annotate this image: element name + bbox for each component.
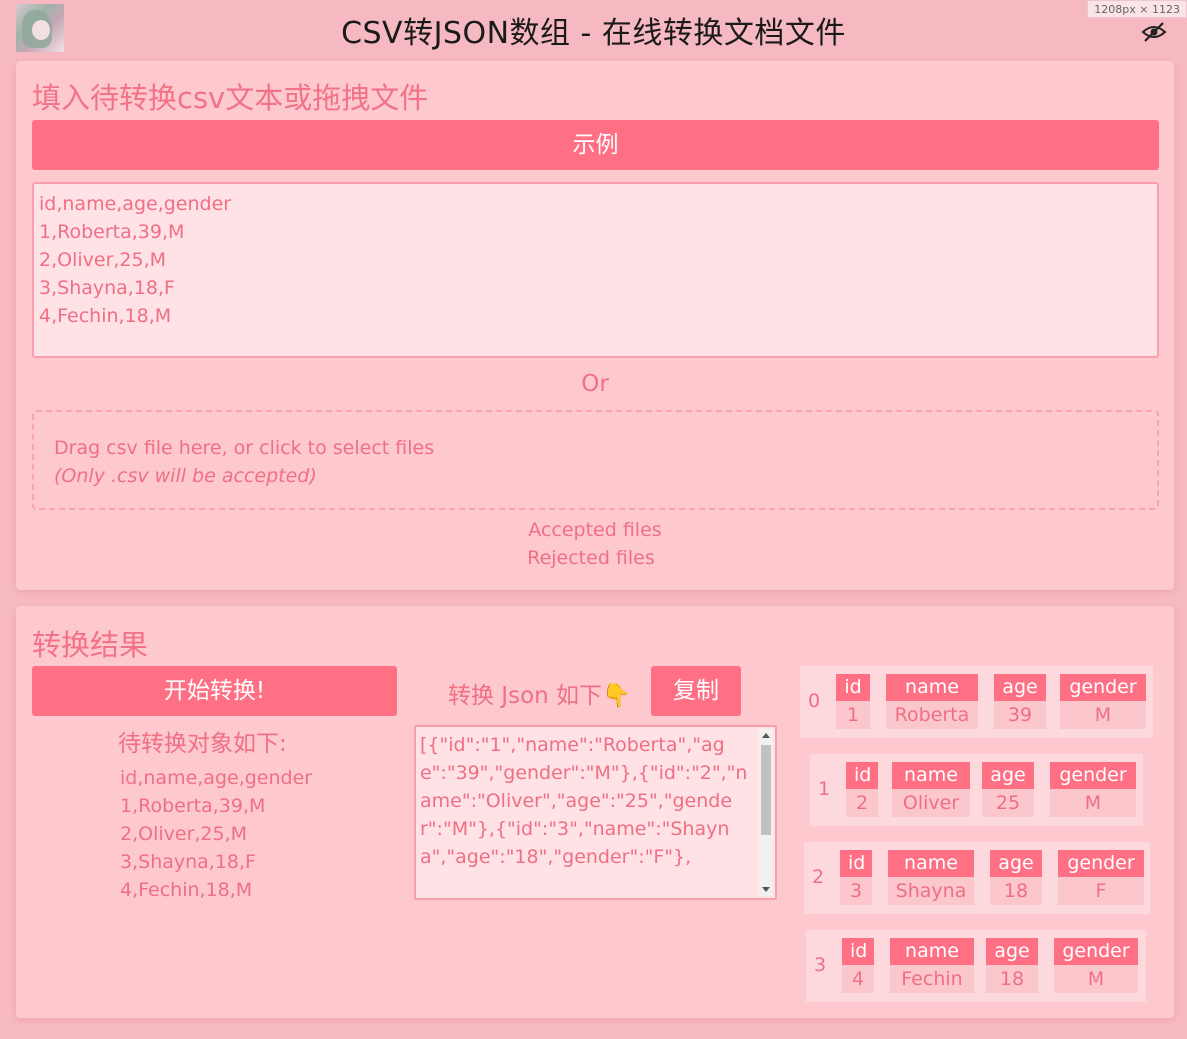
key-label: gender: [1060, 674, 1146, 701]
key-label: id: [846, 762, 878, 789]
key-label: age: [986, 938, 1038, 965]
record-card: 3 id 4 name Fechin age 18 gender M: [806, 930, 1146, 1002]
key-label: gender: [1054, 938, 1138, 965]
record-index: 1: [818, 778, 831, 800]
record-card: 0 id 1 name Roberta age 39 gender M: [800, 666, 1153, 738]
result-card: 转换结果 开始转换! 待转换对象如下: id,name,age,gender 1…: [16, 606, 1174, 1018]
key-label: age: [994, 674, 1046, 701]
key-label: id: [840, 850, 872, 877]
record-cell-id: id 4: [842, 938, 874, 993]
pending-text: id,name,age,gender 1,Roberta,39,M 2,Oliv…: [120, 767, 313, 901]
key-label: age: [982, 762, 1034, 789]
record-card: 2 id 3 name Shayna age 18 gender F: [804, 842, 1150, 914]
dropzone-hint: (Only .csv will be accepted): [54, 465, 317, 487]
record-cell-age: age 18: [986, 938, 1038, 993]
key-label: name: [888, 850, 974, 877]
record-cell-name: name Shayna: [888, 850, 974, 905]
record-cell-age: age 25: [982, 762, 1034, 817]
key-label: gender: [1058, 850, 1144, 877]
pending-title: 待转换对象如下:: [118, 731, 287, 757]
record-cell-age: age 18: [990, 850, 1042, 905]
key-label: id: [842, 938, 874, 965]
value-label: M: [1050, 789, 1136, 817]
value-label: F: [1058, 877, 1144, 905]
file-dropzone[interactable]: Drag csv file here, or click to select f…: [32, 410, 1159, 510]
convert-button[interactable]: 开始转换!: [32, 666, 397, 716]
value-label: Shayna: [888, 877, 974, 905]
value-label: Oliver: [892, 789, 970, 817]
key-label: name: [886, 674, 978, 701]
dropzone-text: Drag csv file here, or click to select f…: [54, 437, 435, 459]
record-cell-id: id 2: [846, 762, 878, 817]
key-label: name: [890, 938, 974, 965]
input-card-title: 填入待转换csv文本或拖拽文件: [32, 81, 429, 115]
record-cell-gender: gender M: [1050, 762, 1136, 817]
record-cell-gender: gender F: [1058, 850, 1144, 905]
key-label: name: [892, 762, 970, 789]
record-index: 2: [812, 866, 825, 888]
result-card-title: 转换结果: [32, 628, 149, 662]
record-cell-name: name Oliver: [892, 762, 970, 817]
record-cell-age: age 39: [994, 674, 1046, 729]
record-index: 0: [808, 690, 821, 712]
record-cell-gender: gender M: [1060, 674, 1146, 729]
record-cell-gender: gender M: [1054, 938, 1138, 993]
json-output[interactable]: [{"id":"1","name":"Roberta","age":"39","…: [414, 725, 777, 900]
eye-off-icon[interactable]: [1141, 22, 1167, 42]
value-label: 25: [982, 789, 1034, 817]
header: CSV转JSON数组 - 在线转换文档文件 1208px × 1123: [0, 0, 1187, 56]
copy-button[interactable]: 复制: [651, 666, 741, 716]
csv-input[interactable]: id,name,age,gender 1,Roberta,39,M 2,Oliv…: [32, 182, 1159, 358]
record-index: 3: [814, 954, 827, 976]
page-title: CSV转JSON数组 - 在线转换文档文件: [341, 16, 846, 51]
value-label: M: [1060, 701, 1146, 729]
value-label: Fechin: [890, 965, 974, 993]
key-label: age: [990, 850, 1042, 877]
value-label: Roberta: [886, 701, 978, 729]
key-label: gender: [1050, 762, 1136, 789]
value-label: M: [1054, 965, 1138, 993]
json-scrollbar[interactable]: [759, 729, 773, 896]
value-label: 39: [994, 701, 1046, 729]
value-label: 3: [840, 877, 872, 905]
accepted-files-label: Accepted files: [528, 519, 662, 541]
size-badge: 1208px × 1123: [1087, 0, 1187, 18]
value-label: 18: [990, 877, 1042, 905]
value-label: 4: [842, 965, 874, 993]
record-card: 1 id 2 name Oliver age 25 gender M: [810, 754, 1143, 826]
input-card: 填入待转换csv文本或拖拽文件 示例 id,name,age,gender 1,…: [16, 61, 1174, 590]
json-output-text: [{"id":"1","name":"Roberta","age":"39","…: [420, 734, 748, 868]
rejected-files-label: Rejected files: [527, 547, 655, 569]
key-label: id: [836, 674, 870, 701]
record-cell-name: name Roberta: [886, 674, 978, 729]
value-label: 18: [986, 965, 1038, 993]
example-button[interactable]: 示例: [32, 120, 1159, 170]
value-label: 2: [846, 789, 878, 817]
value-label: 1: [836, 701, 870, 729]
or-separator: Or: [581, 371, 609, 397]
json-label: 转换 Json 如下👇: [448, 683, 631, 709]
record-cell-id: id 3: [840, 850, 872, 905]
record-cell-id: id 1: [836, 674, 870, 729]
record-cell-name: name Fechin: [890, 938, 974, 993]
